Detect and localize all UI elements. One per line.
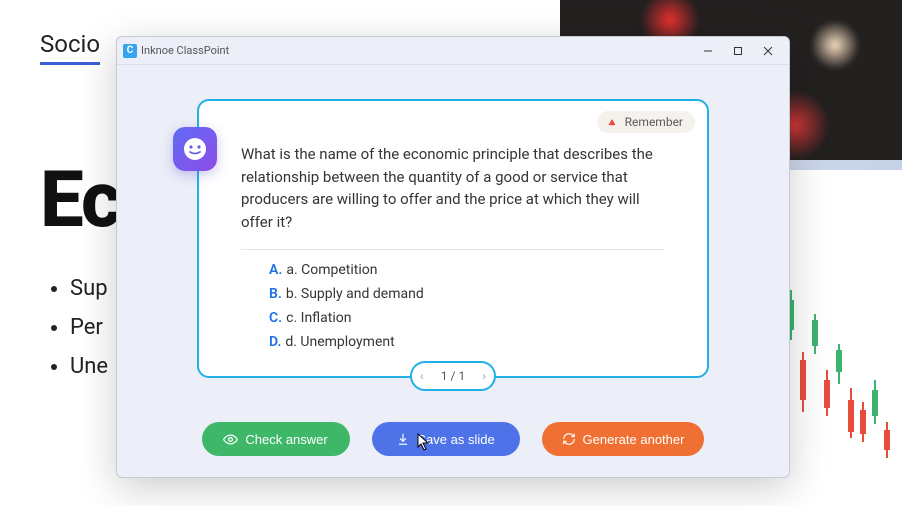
- candlestick-chart-partial: [782, 260, 902, 500]
- option-letter: C.: [269, 310, 282, 326]
- save-as-slide-label: Save as slide: [417, 432, 494, 447]
- bloom-tag-label: Remember: [625, 115, 683, 129]
- option-letter: B.: [269, 286, 282, 302]
- generate-another-label: Generate another: [583, 432, 685, 447]
- check-answer-button[interactable]: Check answer: [202, 422, 350, 456]
- close-button[interactable]: [753, 40, 783, 62]
- titlebar[interactable]: C Inknoe ClassPoint: [117, 37, 789, 65]
- pyramid-icon: 🔺: [605, 116, 619, 129]
- action-bar: Check answer Save as slide Generate anot…: [197, 422, 709, 456]
- pager-count: 1 / 1: [441, 369, 465, 383]
- options-list: A.a. Competition B.b. Supply and demand …: [241, 262, 665, 350]
- window-title: Inknoe ClassPoint: [141, 44, 229, 57]
- app-logo-icon: C: [123, 44, 137, 58]
- pager: ‹ 1 / 1 ›: [410, 361, 496, 391]
- option-text: b. Supply and demand: [286, 286, 424, 302]
- minimize-button[interactable]: [693, 40, 723, 62]
- option-c[interactable]: C.c. Inflation: [269, 310, 665, 326]
- option-text: d. Unemployment: [285, 334, 394, 350]
- save-as-slide-button[interactable]: Save as slide: [372, 422, 520, 456]
- app-window: C Inknoe ClassPoint 🔺: [116, 36, 790, 478]
- question-card-wrap: 🔺 Remember What is the name of the econo…: [197, 99, 709, 378]
- eye-icon: [223, 432, 238, 447]
- option-d[interactable]: D.d. Unemployment: [269, 334, 665, 350]
- refresh-icon: [562, 432, 576, 446]
- option-b[interactable]: B.b. Supply and demand: [269, 286, 665, 302]
- option-text: c. Inflation: [286, 310, 351, 326]
- option-letter: A.: [269, 262, 282, 278]
- option-text: a. Competition: [286, 262, 377, 278]
- maximize-button[interactable]: [723, 40, 753, 62]
- download-icon: [396, 432, 410, 446]
- option-a[interactable]: A.a. Competition: [269, 262, 665, 278]
- option-letter: D.: [269, 334, 281, 350]
- bloom-tag[interactable]: 🔺 Remember: [597, 111, 695, 133]
- pager-prev-button[interactable]: ‹: [420, 369, 424, 383]
- question-card: 🔺 Remember What is the name of the econo…: [197, 99, 709, 378]
- slide-category: Socio: [40, 30, 100, 65]
- pager-next-button[interactable]: ›: [482, 369, 486, 383]
- question-text: What is the name of the economic princip…: [241, 143, 665, 233]
- generate-another-button[interactable]: Generate another: [542, 422, 705, 456]
- divider: [241, 249, 665, 250]
- ai-avatar-icon: [173, 127, 217, 171]
- check-answer-label: Check answer: [245, 432, 327, 447]
- window-content: 🔺 Remember What is the name of the econo…: [117, 65, 789, 477]
